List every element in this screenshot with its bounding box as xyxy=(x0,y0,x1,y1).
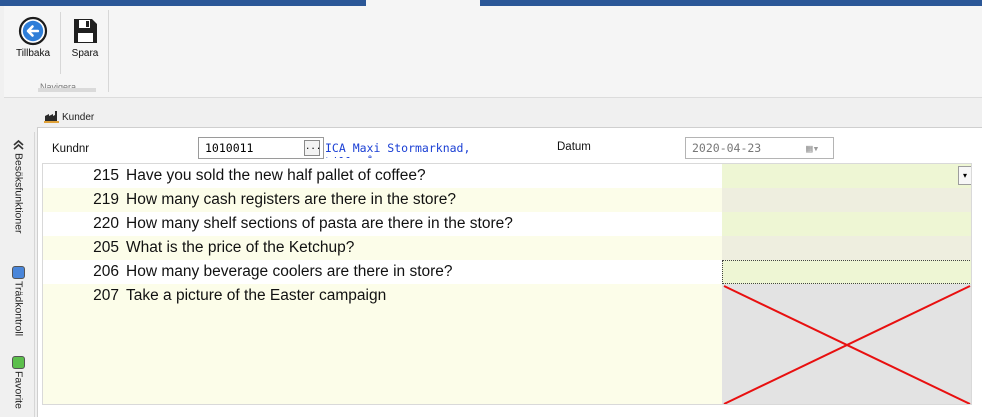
tree-control-icon xyxy=(12,266,25,279)
double-chevron-up-icon xyxy=(13,139,24,150)
photo-answer-box[interactable] xyxy=(722,284,971,404)
ribbon: Tillbaka Spara Navigera xyxy=(4,6,982,98)
question-text: How many beverage coolers are there in s… xyxy=(126,263,453,280)
side-panel-rail: Besöksfunktioner Trädkontroll Favorite xyxy=(7,132,35,417)
table-row[interactable]: 220 How many shelf sections of pasta are… xyxy=(43,212,723,236)
ribbon-collapse-handle[interactable] xyxy=(38,88,96,92)
customer-name-link[interactable]: ICA Maxi Stormarknad, Lilla Å xyxy=(325,141,495,158)
back-button[interactable]: Tillbaka xyxy=(8,16,58,59)
answer-dropdown[interactable]: ▾ xyxy=(722,164,971,188)
question-text: What is the price of the Ketchup? xyxy=(126,239,355,256)
favorite-icon xyxy=(12,356,25,369)
question-id: 206 xyxy=(93,263,119,280)
kundnr-field[interactable]: 1010011 ... xyxy=(198,137,324,159)
tab-favorite[interactable]: Favorite xyxy=(12,356,25,409)
questions-grid: 215 Have you sold the new half pallet of… xyxy=(42,163,972,405)
answer-input-focused[interactable] xyxy=(722,260,971,284)
tab-label: Trädkontroll xyxy=(12,281,25,337)
tab-label: Favorite xyxy=(12,371,25,409)
visit-form-panel: Kundnr 1010011 ... ICA Maxi Stormarknad,… xyxy=(37,127,982,417)
save-button-label: Spara xyxy=(71,48,99,59)
date-field[interactable]: 2020-04-23 ▦▾ xyxy=(685,137,834,159)
table-row[interactable]: 205 What is the price of the Ketchup? xyxy=(43,236,723,260)
table-row[interactable]: 207 Take a picture of the Easter campaig… xyxy=(43,284,723,308)
answer-input[interactable] xyxy=(722,236,971,260)
breadcrumb-label: Kunder xyxy=(62,111,95,123)
kundnr-value: 1010011 xyxy=(205,141,254,155)
factory-icon xyxy=(44,111,59,123)
datum-label: Datum xyxy=(557,141,591,153)
question-text: Take a picture of the Easter campaign xyxy=(126,287,387,304)
answer-input[interactable] xyxy=(722,188,971,212)
save-button[interactable]: Spara xyxy=(60,16,110,59)
date-value: 2020-04-23 xyxy=(692,141,762,155)
browse-customer-button[interactable]: ... xyxy=(304,140,321,156)
table-row[interactable]: 215 Have you sold the new half pallet of… xyxy=(43,164,723,188)
question-id: 215 xyxy=(93,167,119,184)
calendar-icon[interactable]: ▦▾ xyxy=(806,142,819,155)
question-id: 220 xyxy=(93,215,119,232)
arrow-left-circle-icon xyxy=(18,16,48,46)
tab-tradkontroll[interactable]: Trädkontroll xyxy=(12,266,25,336)
question-id: 219 xyxy=(93,191,119,208)
back-button-label: Tillbaka xyxy=(15,48,51,59)
floppy-disk-icon xyxy=(74,19,97,43)
answer-input[interactable] xyxy=(722,212,971,236)
missing-image-x-icon xyxy=(723,285,971,404)
table-row[interactable]: 219 How many cash registers are there in… xyxy=(43,188,723,212)
question-id: 205 xyxy=(93,239,119,256)
answers-column: ▾ xyxy=(722,164,971,404)
tab-label: Besöksfunktioner xyxy=(12,153,25,234)
table-row[interactable]: 206 How many beverage coolers are there … xyxy=(43,260,723,284)
question-text: Have you sold the new half pallet of cof… xyxy=(126,167,426,184)
tab-besoksfunktioner[interactable]: Besöksfunktioner xyxy=(12,138,25,234)
question-text: How many cash registers are there in the… xyxy=(126,191,456,208)
chevron-down-icon[interactable]: ▾ xyxy=(958,166,971,185)
ribbon-group-divider xyxy=(108,10,109,92)
kundnr-label: Kundnr xyxy=(52,143,90,155)
breadcrumb[interactable]: Kunder xyxy=(44,110,94,124)
question-id: 207 xyxy=(93,287,119,304)
question-text: How many shelf sections of pasta are the… xyxy=(126,215,513,232)
